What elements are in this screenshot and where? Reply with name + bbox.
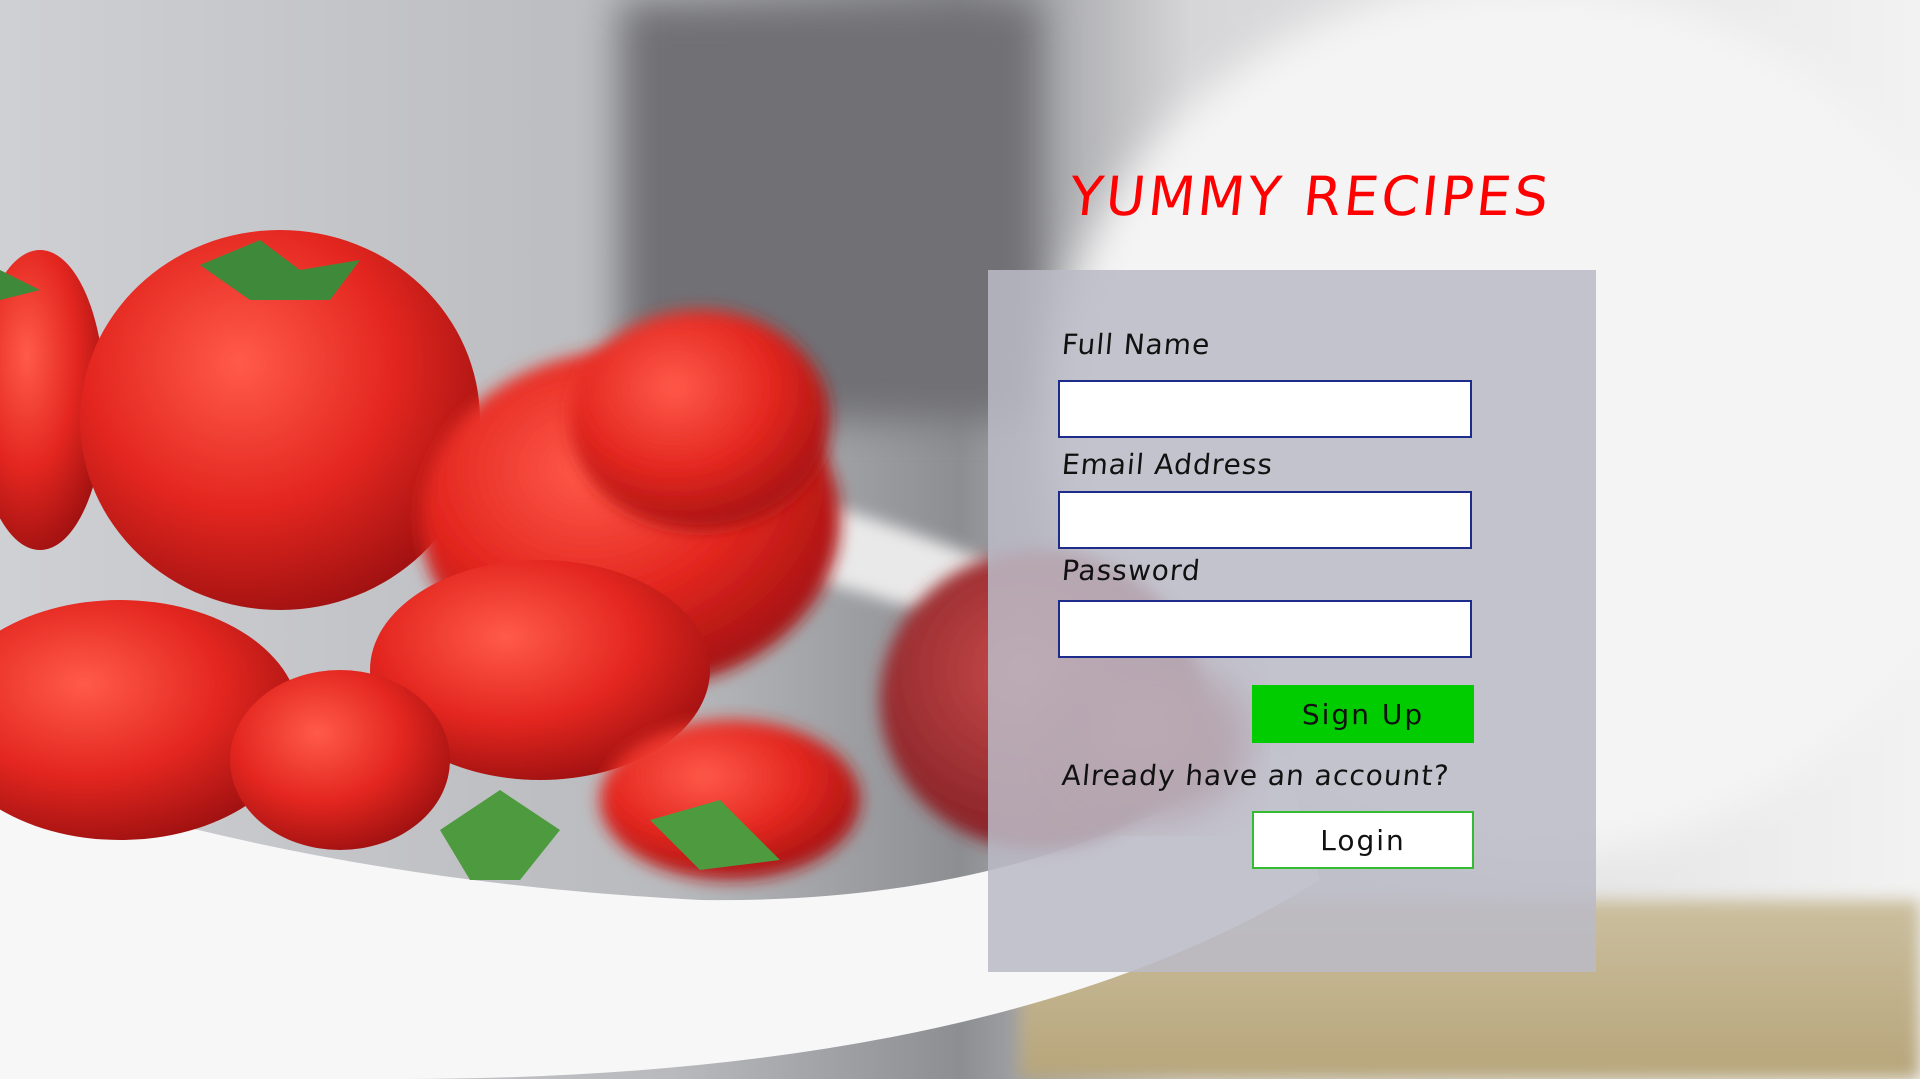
password-label: Password <box>1060 554 1203 587</box>
signup-form-panel: Full Name Email Address Password Sign Up… <box>988 270 1596 972</box>
login-button[interactable]: Login <box>1252 811 1474 869</box>
signup-page: YUMMY RECIPES Full Name Email Address Pa… <box>0 0 1920 1079</box>
app-title: YUMMY RECIPES <box>1066 165 1555 228</box>
full-name-input[interactable] <box>1058 380 1472 438</box>
email-address-input[interactable] <box>1058 491 1472 549</box>
sign-up-button[interactable]: Sign Up <box>1252 685 1474 743</box>
password-input[interactable] <box>1058 600 1472 658</box>
background-photo <box>0 0 1920 1079</box>
full-name-label: Full Name <box>1060 328 1212 361</box>
email-address-label: Email Address <box>1060 448 1275 481</box>
account-prompt-text: Already have an account? <box>1060 759 1451 792</box>
